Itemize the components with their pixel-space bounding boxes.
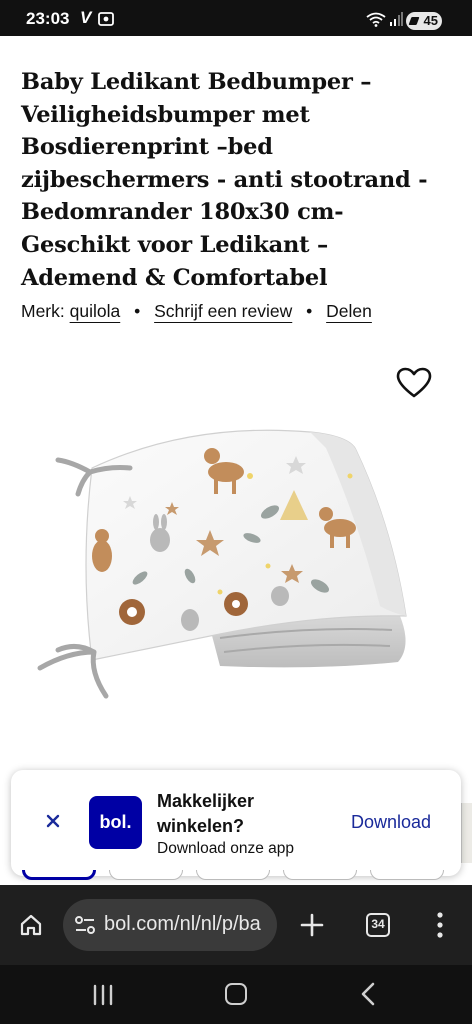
recent-apps-icon[interactable] xyxy=(91,984,115,1006)
back-icon[interactable] xyxy=(358,982,378,1006)
bol-logo: bol. xyxy=(89,796,142,849)
status-time: 23:03 xyxy=(26,9,70,28)
browser-toolbar: bol.com/nl/nl/p/ba 34 xyxy=(0,885,472,965)
url-text: bol.com/nl/nl/p/ba xyxy=(104,913,261,935)
option-pill[interactable] xyxy=(283,870,357,880)
screen-record-icon xyxy=(98,12,114,26)
option-pill-selected[interactable] xyxy=(22,870,96,880)
separator-dot: • xyxy=(306,301,313,321)
product-meta: Merk: quilola • Schrijf een review • Del… xyxy=(21,301,461,327)
nav-home-icon[interactable] xyxy=(225,983,247,1005)
write-review-link[interactable]: Schrijf een review xyxy=(154,301,292,322)
app-download-banner: bol. Makkelijker winkelen? Download onze… xyxy=(11,770,461,876)
signal-icon xyxy=(390,12,403,26)
thumbnail-peek[interactable] xyxy=(461,803,472,863)
brand-link[interactable]: quilola xyxy=(70,301,121,322)
product-image[interactable] xyxy=(20,416,452,708)
option-pill[interactable] xyxy=(370,870,444,880)
site-settings-icon[interactable] xyxy=(74,915,96,935)
more-menu-icon[interactable] xyxy=(432,911,448,939)
share-link[interactable]: Delen xyxy=(326,301,372,322)
carrier-icon: V xyxy=(80,8,92,27)
battery-indicator: 45 xyxy=(406,12,442,30)
wifi-icon xyxy=(366,12,386,27)
address-bar[interactable]: bol.com/nl/nl/p/ba xyxy=(63,899,277,951)
banner-title: Makkelijker winkelen? xyxy=(157,791,255,836)
option-pill[interactable] xyxy=(196,870,270,880)
heart-icon[interactable] xyxy=(396,367,432,399)
system-nav-bar xyxy=(0,965,472,1024)
product-title: Baby Ledikant Bedbumper – Veiligheidsbum… xyxy=(21,69,428,291)
download-app-button[interactable]: Download xyxy=(351,812,431,833)
new-tab-icon[interactable] xyxy=(300,913,324,937)
separator-dot: • xyxy=(134,301,141,321)
banner-subtitle: Download onze app xyxy=(157,840,295,857)
brand-label: Merk: xyxy=(21,301,65,321)
status-bar: 23:03 V 45 xyxy=(0,0,472,36)
home-icon[interactable] xyxy=(19,913,43,937)
option-pill[interactable] xyxy=(109,870,183,880)
tab-switcher-button[interactable]: 34 xyxy=(366,913,390,937)
close-icon[interactable] xyxy=(45,813,61,829)
option-pills xyxy=(0,870,472,882)
